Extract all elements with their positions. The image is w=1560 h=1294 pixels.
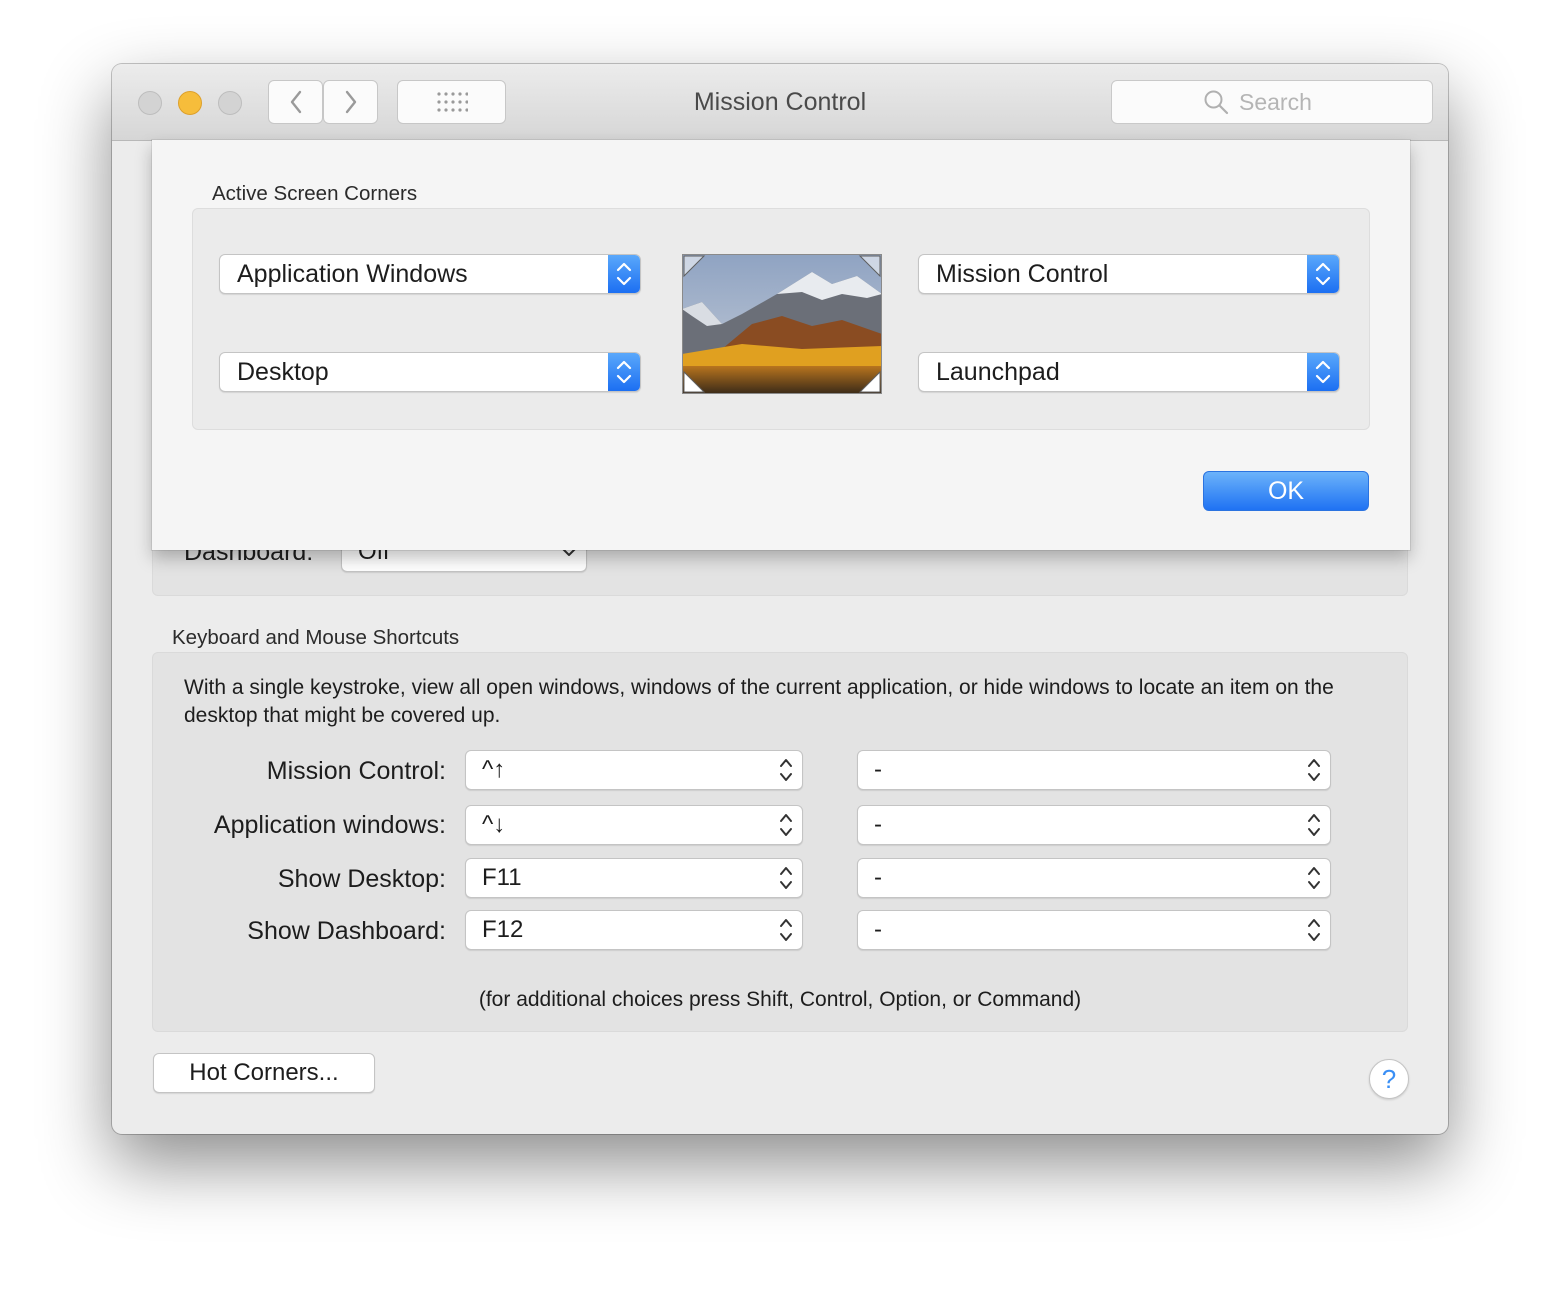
modifier-hint: (for additional choices press Shift, Con… bbox=[478, 988, 1082, 1011]
show-desktop-key-select[interactable]: F11 bbox=[465, 858, 803, 898]
show-desktop-shortcut-label: Show Desktop: bbox=[277, 865, 446, 893]
mission-control-shortcut-label: Mission Control: bbox=[266, 757, 446, 785]
up-down-arrows-icon bbox=[780, 919, 792, 941]
top-left-corner-select[interactable]: Application Windows bbox=[219, 254, 641, 294]
up-down-arrows-icon bbox=[616, 262, 632, 286]
application-windows-key-value: ^↓ bbox=[482, 811, 506, 838]
mission-control-mouse-select[interactable]: - bbox=[857, 750, 1331, 790]
mission-control-mouse-value: - bbox=[874, 756, 882, 783]
title-bar: Mission Control bbox=[112, 64, 1448, 141]
bottom-right-corner-value: Launchpad bbox=[936, 358, 1060, 386]
preferences-window: Mission Control Dashboard: Off Keyboard … bbox=[112, 64, 1448, 1134]
show-dashboard-mouse-value: - bbox=[874, 916, 882, 943]
up-down-arrows-icon bbox=[1315, 262, 1331, 286]
show-dashboard-shortcut-label: Show Dashboard: bbox=[247, 917, 446, 945]
search-field[interactable] bbox=[1111, 80, 1433, 124]
shortcuts-heading: Keyboard and Mouse Shortcuts bbox=[172, 626, 460, 649]
shortcuts-description: With a single keystroke, view all open w… bbox=[184, 676, 1334, 727]
up-down-arrows-icon bbox=[1308, 919, 1320, 941]
up-down-arrows-icon bbox=[780, 759, 792, 781]
show-desktop-mouse-select[interactable]: - bbox=[857, 858, 1331, 898]
stepper bbox=[1307, 353, 1339, 391]
up-down-arrows-icon bbox=[780, 814, 792, 836]
stepper bbox=[608, 353, 640, 391]
show-dashboard-key-select[interactable]: F12 bbox=[465, 910, 803, 950]
sheet-heading: Active Screen Corners bbox=[212, 182, 418, 205]
up-down-arrows-icon bbox=[1308, 867, 1320, 889]
application-windows-mouse-select[interactable]: - bbox=[857, 805, 1331, 845]
show-desktop-key-value: F11 bbox=[482, 864, 522, 891]
top-right-corner-select[interactable]: Mission Control bbox=[918, 254, 1340, 294]
application-windows-mouse-value: - bbox=[874, 811, 882, 838]
help-button[interactable]: ? bbox=[1369, 1059, 1409, 1099]
stepper bbox=[1307, 255, 1339, 293]
top-right-corner-value: Mission Control bbox=[936, 260, 1109, 288]
mission-control-key-select[interactable]: ^↑ bbox=[465, 750, 803, 790]
show-dashboard-mouse-select[interactable]: - bbox=[857, 910, 1331, 950]
ok-button[interactable]: OK bbox=[1203, 471, 1369, 511]
stepper bbox=[608, 255, 640, 293]
mission-control-key-value: ^↑ bbox=[482, 756, 506, 783]
search-input[interactable] bbox=[1237, 87, 1341, 117]
show-desktop-mouse-value: - bbox=[874, 864, 882, 891]
search-icon bbox=[1204, 90, 1229, 115]
application-windows-shortcut-label: Application windows: bbox=[213, 811, 446, 839]
bottom-left-corner-select[interactable]: Desktop bbox=[219, 352, 641, 392]
up-down-arrows-icon bbox=[1308, 814, 1320, 836]
show-dashboard-key-value: F12 bbox=[482, 916, 524, 943]
application-windows-key-select[interactable]: ^↓ bbox=[465, 805, 803, 845]
up-down-arrows-icon bbox=[780, 867, 792, 889]
top-left-corner-value: Application Windows bbox=[237, 260, 468, 288]
up-down-arrows-icon bbox=[1315, 360, 1331, 384]
bottom-right-corner-select[interactable]: Launchpad bbox=[918, 352, 1340, 392]
up-down-arrows-icon bbox=[1308, 759, 1320, 781]
bottom-left-corner-value: Desktop bbox=[237, 358, 329, 386]
desktop-preview-image bbox=[682, 254, 882, 394]
hot-corners-sheet: Active Screen Corners Application Window… bbox=[152, 140, 1410, 550]
hot-corners-button[interactable]: Hot Corners... bbox=[153, 1053, 375, 1093]
up-down-arrows-icon bbox=[616, 360, 632, 384]
